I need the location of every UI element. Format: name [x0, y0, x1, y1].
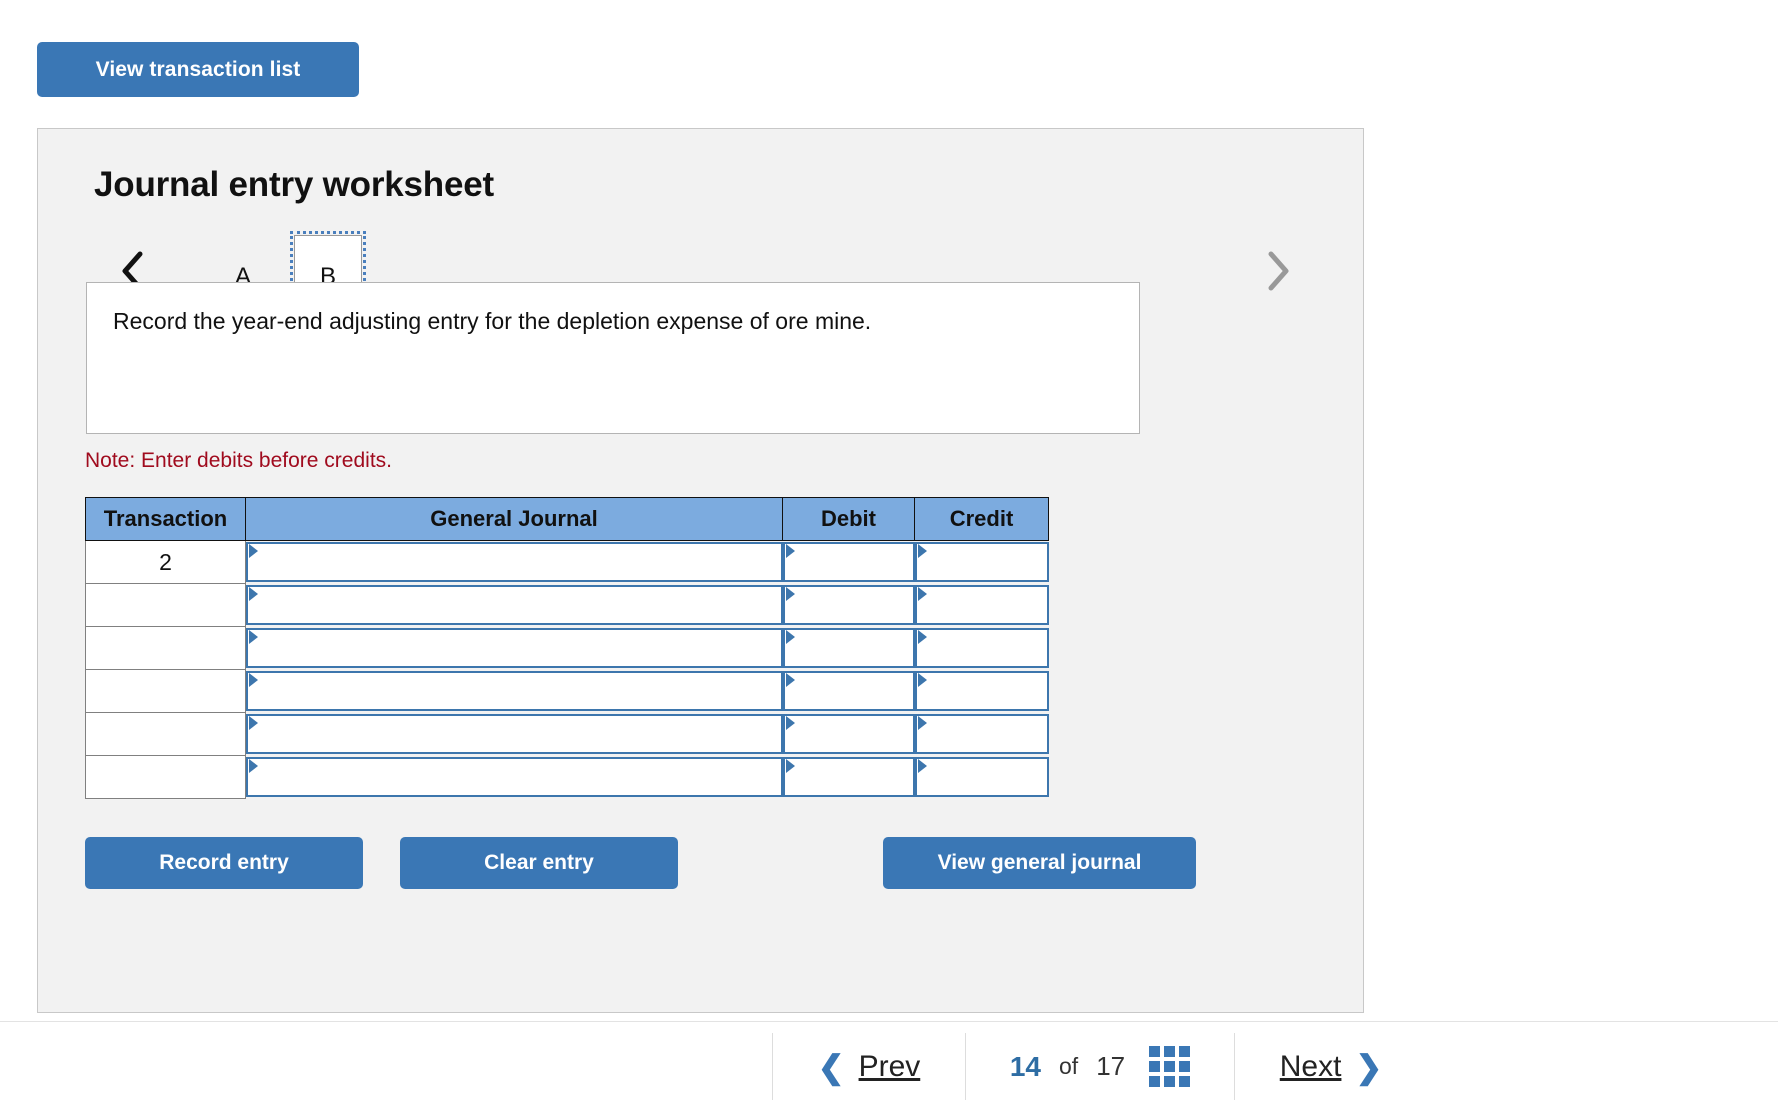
- debit-cell: [782, 712, 915, 756]
- general-journal-account-select[interactable]: [246, 585, 783, 625]
- transaction-number-cell: [85, 755, 246, 799]
- table-row: [85, 583, 1049, 627]
- grid-3x3-icon[interactable]: [1149, 1046, 1191, 1087]
- credit-amount-input[interactable]: [914, 671, 1049, 711]
- page-title: Journal entry worksheet: [94, 165, 494, 204]
- page-of-label: of: [1059, 1053, 1079, 1079]
- debit-amount-input[interactable]: [782, 585, 915, 625]
- credit-amount-input[interactable]: [914, 714, 1049, 754]
- debit-amount-input[interactable]: [782, 714, 915, 754]
- transaction-description-text: Record the year-end adjusting entry for …: [113, 308, 872, 334]
- next-button[interactable]: Next ❯: [1235, 1033, 1427, 1100]
- table-row: [85, 669, 1049, 713]
- general-journal-cell: [245, 540, 783, 584]
- debit-amount-input[interactable]: [782, 671, 915, 711]
- general-journal-account-select[interactable]: [246, 757, 783, 797]
- debit-cell: [782, 540, 915, 584]
- journal-entry-worksheet-page: View transaction list Journal entry work…: [0, 0, 1778, 1100]
- transaction-number-cell: [85, 712, 246, 756]
- general-journal-account-select[interactable]: [246, 542, 783, 583]
- total-page-count: 17: [1096, 1051, 1126, 1081]
- debit-amount-input[interactable]: [782, 542, 915, 583]
- credit-cell: [914, 712, 1049, 756]
- credit-cell: [914, 626, 1049, 670]
- worksheet-panel: Journal entry worksheet A B Record the y…: [37, 128, 1364, 1013]
- general-journal-cell: [245, 626, 783, 670]
- chevron-right-icon: ❯: [1355, 1048, 1383, 1085]
- journal-entry-table: Transaction General Journal Debit Credit…: [85, 497, 1049, 799]
- general-journal-cell: [245, 669, 783, 713]
- chevron-right-icon[interactable]: [1260, 245, 1294, 297]
- credit-amount-input[interactable]: [914, 542, 1049, 583]
- table-header-row: Transaction General Journal Debit Credit: [85, 497, 1049, 541]
- pagination-bar: ❮ Prev 14 of 17 Next ❯: [772, 1033, 1452, 1100]
- general-journal-cell: [245, 712, 783, 756]
- prev-button-label: Prev: [858, 1049, 921, 1083]
- debits-before-credits-note: Note: Enter debits before credits.: [85, 449, 392, 472]
- prev-button[interactable]: ❮ Prev: [773, 1033, 965, 1100]
- table-row: 2: [85, 540, 1049, 584]
- column-header-debit: Debit: [782, 497, 915, 541]
- credit-cell: [914, 540, 1049, 584]
- transaction-number-cell: [85, 583, 246, 627]
- table-row: [85, 626, 1049, 670]
- column-header-credit: Credit: [914, 497, 1049, 541]
- debit-amount-input[interactable]: [782, 757, 915, 797]
- clear-entry-button[interactable]: Clear entry: [400, 837, 678, 889]
- debit-cell: [782, 669, 915, 713]
- general-journal-account-select[interactable]: [246, 714, 783, 754]
- general-journal-account-select[interactable]: [246, 628, 783, 668]
- transaction-description-box: Record the year-end adjusting entry for …: [86, 282, 1140, 434]
- table-row: [85, 755, 1049, 799]
- general-journal-cell: [245, 583, 783, 627]
- column-header-transaction: Transaction: [85, 497, 246, 541]
- general-journal-account-select[interactable]: [246, 671, 783, 711]
- debit-amount-input[interactable]: [782, 628, 915, 668]
- next-button-label: Next: [1279, 1049, 1342, 1083]
- column-header-general-journal: General Journal: [245, 497, 783, 541]
- transaction-number-cell: [85, 669, 246, 713]
- credit-cell: [914, 755, 1049, 799]
- current-page-number: 14: [1009, 1050, 1042, 1082]
- debit-cell: [782, 755, 915, 799]
- chevron-left-icon: ❮: [817, 1048, 845, 1085]
- credit-amount-input[interactable]: [914, 585, 1049, 625]
- view-transaction-list-button[interactable]: View transaction list: [37, 42, 359, 97]
- view-general-journal-button[interactable]: View general journal: [883, 837, 1196, 889]
- transaction-number-cell: [85, 626, 246, 670]
- debit-cell: [782, 583, 915, 627]
- credit-amount-input[interactable]: [914, 757, 1049, 797]
- page-indicator: 14 of 17: [966, 1033, 1234, 1100]
- credit-amount-input[interactable]: [914, 628, 1049, 668]
- transaction-number-cell: 2: [85, 540, 246, 584]
- table-row: [85, 712, 1049, 756]
- credit-cell: [914, 669, 1049, 713]
- credit-cell: [914, 583, 1049, 627]
- general-journal-cell: [245, 755, 783, 799]
- debit-cell: [782, 626, 915, 670]
- footer-divider: [0, 1021, 1778, 1022]
- record-entry-button[interactable]: Record entry: [85, 837, 363, 889]
